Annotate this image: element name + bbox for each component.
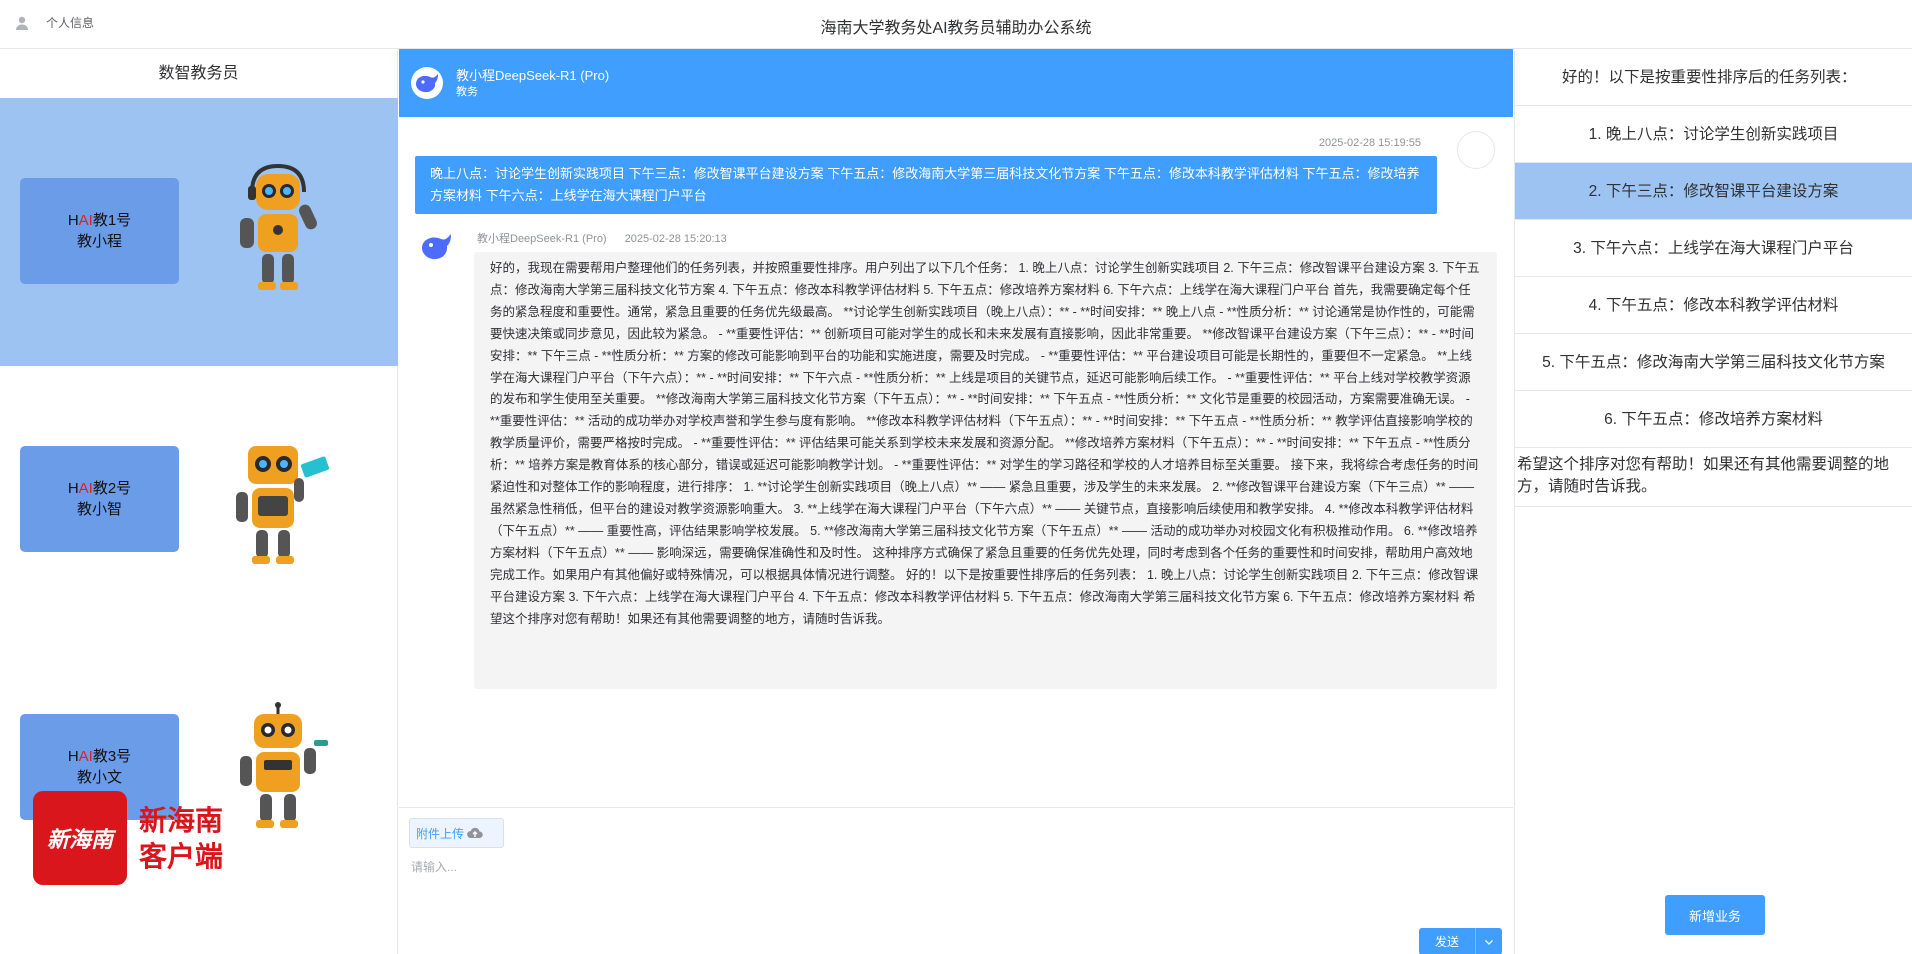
upload-label: 附件上传: [416, 826, 465, 841]
user-avatar: [1457, 131, 1495, 169]
task-list-footer: 希望这个排序对您有帮助！如果还有其他需要调整的地方，请随时告诉我。: [1515, 448, 1912, 507]
deepseek-whale-icon: [416, 74, 438, 93]
chat-bot-name: 教小程DeepSeek-R1 (Pro): [456, 68, 610, 83]
bot-message-name: 教小程DeepSeek-R1 (Pro): [477, 233, 607, 245]
user-message: 晚上八点：讨论学生创新实践项目 下午三点：修改智课平台建设方案 下午五点：修改海…: [415, 156, 1437, 214]
bot-id-suffix: 教1号: [92, 212, 132, 229]
chat-panel: 教小程DeepSeek-R1 (Pro) 教务 2025-02-28 15:19…: [399, 49, 1513, 954]
bot-id-prefix: H: [67, 212, 79, 229]
task-list-heading: 好的！以下是按重要性排序后的任务列表：: [1515, 49, 1912, 106]
chat-header: 教小程DeepSeek-R1 (Pro) 教务: [399, 49, 1513, 117]
send-button-group: 发送: [1419, 928, 1502, 954]
bot-message: 好的，我现在需要帮用户整理他们的任务列表，并按照重要性排序。用户列出了以下几个任…: [474, 252, 1497, 689]
bot-button-2[interactable]: HAI教2号 教小智: [20, 446, 179, 552]
bot-id-prefix: H: [67, 748, 79, 765]
deepseek-whale-icon: [422, 234, 451, 260]
add-business-button[interactable]: 新增业务: [1665, 895, 1765, 935]
task-item-5[interactable]: 5. 下午五点：修改海南大学第三届科技文化节方案: [1515, 334, 1912, 391]
robot-headset-icon: [240, 164, 317, 290]
xinhainan-logo-text: 新海南 客户端: [139, 803, 223, 875]
cloud-upload-icon: [467, 827, 483, 838]
message-input[interactable]: 请输入...: [411, 858, 457, 875]
robot-phone-icon: [236, 446, 330, 564]
bot-card-2[interactable]: HAI教2号 教小智: [0, 366, 398, 634]
bot-id-suffix: 教3号: [92, 748, 132, 765]
bot-id-ai: AI: [78, 480, 93, 497]
bot-list-title: 数智教务员: [158, 65, 239, 82]
app-title: 海南大学教务处AI教务员辅助办公系统: [820, 20, 1092, 37]
logo-line-1: 新海南: [139, 805, 224, 836]
bot-id-ai: AI: [78, 212, 93, 229]
input-area: 附件上传 请输入... 发送: [399, 807, 1513, 954]
task-list-panel: 好的！以下是按重要性排序后的任务列表： 1. 晚上八点：讨论学生创新实践项目 2…: [1514, 49, 1912, 954]
task-item-2[interactable]: 2. 下午三点：修改智课平台建设方案: [1515, 163, 1912, 220]
chat-bot-category: 教务: [456, 86, 478, 98]
xinhainan-logo: 新海南: [33, 791, 127, 885]
bot-message-meta: 教小程DeepSeek-R1 (Pro) 2025-02-28 15:20:13: [477, 230, 727, 246]
task-item-6[interactable]: 6. 下午五点：修改培养方案材料: [1515, 391, 1912, 448]
message-list[interactable]: 2025-02-28 15:19:55 晚上八点：讨论学生创新实践项目 下午三点…: [399, 117, 1513, 807]
bot-name: 教小智: [76, 501, 122, 518]
bot-id-prefix: H: [67, 480, 79, 497]
send-button[interactable]: 发送: [1419, 928, 1475, 954]
logo-glyph: 新海南: [46, 827, 113, 853]
bot-id-ai: AI: [78, 748, 93, 765]
send-options-dropdown[interactable]: [1475, 928, 1502, 954]
chevron-down-icon: [1485, 939, 1493, 945]
task-item-1[interactable]: 1. 晚上八点：讨论学生创新实践项目: [1515, 106, 1912, 163]
task-item-4[interactable]: 4. 下午五点：修改本科教学评估材料: [1515, 277, 1912, 334]
chat-avatar: [411, 67, 443, 99]
logo-line-2: 客户端: [139, 841, 224, 872]
bot-name: 教小程: [76, 233, 122, 250]
bot-name: 教小文: [76, 769, 122, 786]
bot-id-suffix: 教2号: [92, 480, 132, 497]
bot-list-panel: 数智教务员 HAI教1号 教小程 HAI教2号 教小智 HAI教3号 教小文 新…: [0, 49, 398, 954]
attachment-upload-button[interactable]: 附件上传: [409, 818, 504, 848]
bot-card-1[interactable]: HAI教1号 教小程: [0, 98, 398, 366]
robot-tool-icon: [240, 702, 328, 828]
bot-message-time: 2025-02-28 15:20:13: [624, 233, 727, 245]
top-bar: 个人信息 海南大学教务处AI教务员辅助办公系统: [0, 0, 1912, 49]
user-message-time: 2025-02-28 15:19:55: [1318, 137, 1421, 149]
bot-button-1[interactable]: HAI教1号 教小程: [20, 178, 179, 284]
task-item-3[interactable]: 3. 下午六点：上线学在海大课程门户平台: [1515, 220, 1912, 277]
